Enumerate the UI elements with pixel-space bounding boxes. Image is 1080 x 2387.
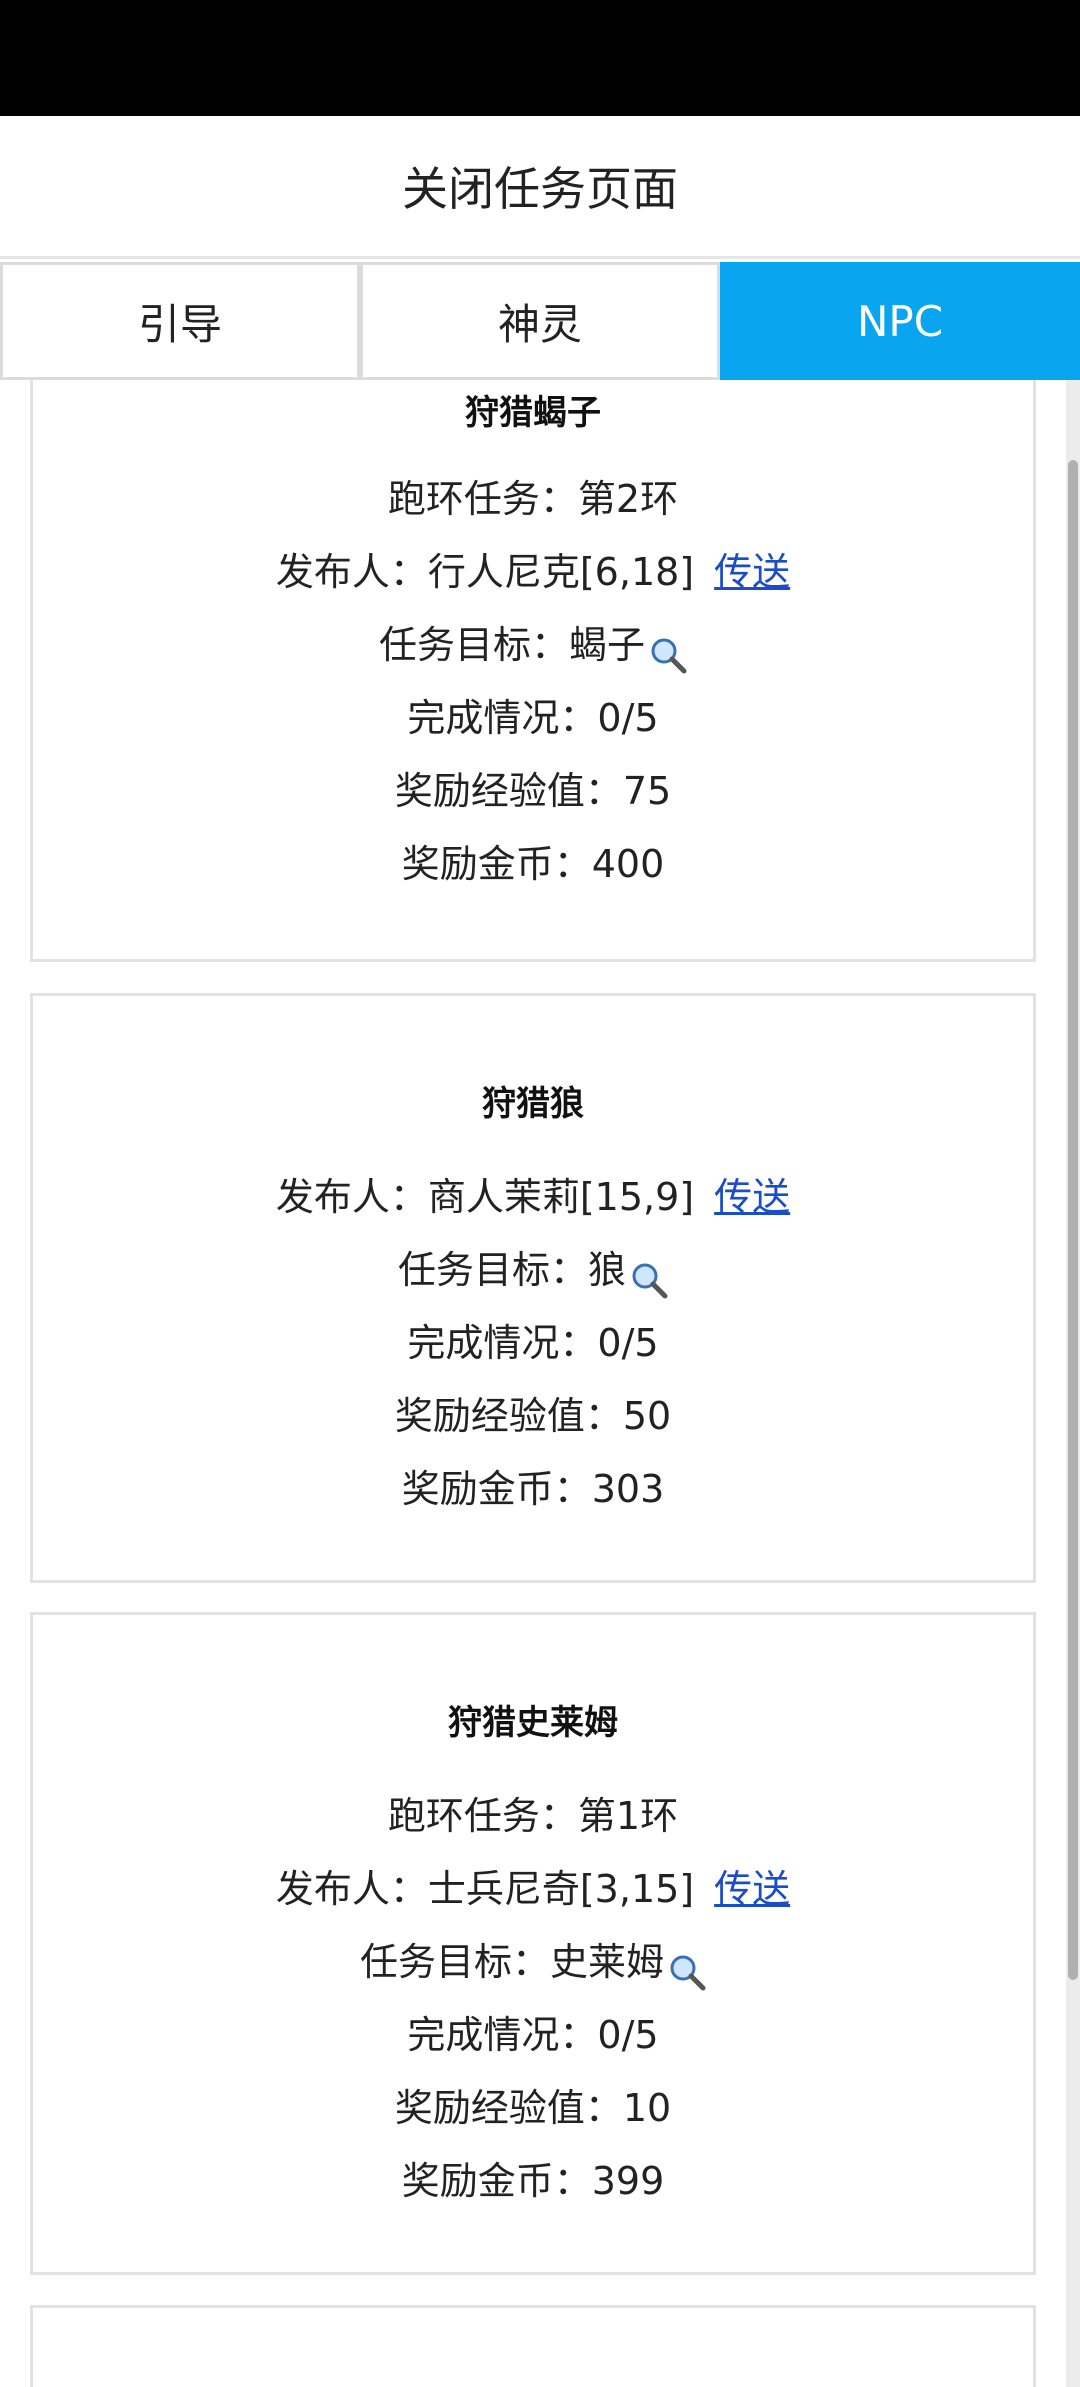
quest-exp-row: 奖励经验值：10 (394, 2086, 672, 2130)
quest-loop-row: 跑环任务：第2环 (387, 477, 679, 521)
tab-npc[interactable]: NPC (720, 262, 1080, 380)
quest-loop-value: 第1环 (577, 1794, 679, 1838)
header-bar[interactable]: 关闭任务页面 (0, 116, 1080, 259)
teleport-link[interactable]: 传送 (714, 1175, 790, 1219)
search-icon[interactable] (649, 625, 687, 673)
quest-publisher-value: 商人茉莉[15,9] (427, 1175, 695, 1219)
quest-publisher-value: 士兵尼奇[3,15] (427, 1867, 695, 1911)
quest-title: 狩猎狼 (482, 1084, 584, 1124)
teleport-link[interactable]: 传送 (714, 550, 790, 594)
quest-publisher-row: 发布人：行人尼克[6,18] 传送 (275, 550, 791, 594)
quest-progress-value: 0/5 (597, 2013, 659, 2057)
quest-progress-row: 完成情况：0/5 (407, 696, 659, 740)
quest-exp-value: 10 (622, 2086, 672, 2130)
quest-gold-value: 400 (591, 842, 665, 886)
quest-target-value: 史莱姆 (550, 1940, 665, 1984)
quest-title: 狩猎史莱姆 (448, 1703, 618, 1743)
close-quest-page-button[interactable]: 关闭任务页面 (402, 153, 678, 219)
quest-exp-value: 50 (622, 1394, 672, 1438)
teleport-link[interactable]: 传送 (714, 1867, 790, 1911)
scrollbar-thumb[interactable] (1068, 460, 1078, 1980)
quest-gold-row: 奖励金币：303 (401, 1467, 665, 1511)
tab-deity[interactable]: 神灵 (360, 262, 720, 380)
tab-bar: 引导 神灵 NPC (0, 262, 1080, 380)
quest-card: 狩猎史莱姆 跑环任务：第1环 发布人：士兵尼奇[3,15] 传送 任务目标：史莱姆… (30, 1612, 1036, 2275)
quest-target-value: 狼 (588, 1248, 627, 1292)
quest-loop-row: 跑环任务：第1环 (387, 1794, 679, 1838)
quest-target-row: 任务目标：史莱姆 (33, 1926, 1033, 1999)
quest-exp-row: 奖励经验值：75 (394, 769, 672, 813)
quest-list[interactable]: 狩猎蝎子 跑环任务：第2环 发布人：行人尼克[6,18] 传送 任务目标：蝎子 完… (0, 380, 1080, 2387)
quest-publisher-row: 发布人：商人茉莉[15,9] 传送 (275, 1175, 791, 1219)
quest-gold-row: 奖励金币：400 (401, 842, 665, 886)
search-icon[interactable] (668, 1942, 706, 1990)
tab-guide[interactable]: 引导 (0, 262, 360, 380)
quest-card (30, 2305, 1036, 2387)
quest-target-row: 任务目标：狼 (33, 1234, 1033, 1307)
quest-progress-value: 0/5 (597, 1321, 659, 1365)
quest-card: 狩猎狼 发布人：商人茉莉[15,9] 传送 任务目标：狼 完成情况：0/5 奖励经… (30, 993, 1036, 1583)
quest-exp-value: 75 (622, 769, 672, 813)
quest-loop-value: 第2环 (577, 477, 679, 521)
search-icon[interactable] (630, 1250, 668, 1298)
quest-gold-row: 奖励金币：399 (401, 2159, 665, 2203)
quest-publisher-row: 发布人：士兵尼奇[3,15] 传送 (275, 1867, 791, 1911)
quest-target-value: 蝎子 (569, 623, 646, 667)
quest-title: 狩猎蝎子 (465, 393, 601, 433)
quest-exp-row: 奖励经验值：50 (394, 1394, 672, 1438)
quest-gold-value: 303 (591, 1467, 665, 1511)
quest-progress-row: 完成情况：0/5 (407, 1321, 659, 1365)
quest-target-row: 任务目标：蝎子 (33, 609, 1033, 682)
quest-card: 狩猎蝎子 跑环任务：第2环 发布人：行人尼克[6,18] 传送 任务目标：蝎子 完… (30, 380, 1036, 962)
quest-progress-row: 完成情况：0/5 (407, 2013, 659, 2057)
quest-publisher-value: 行人尼克[6,18] (427, 550, 695, 594)
quest-progress-value: 0/5 (597, 696, 659, 740)
status-bar (0, 0, 1080, 116)
quest-gold-value: 399 (591, 2159, 665, 2203)
